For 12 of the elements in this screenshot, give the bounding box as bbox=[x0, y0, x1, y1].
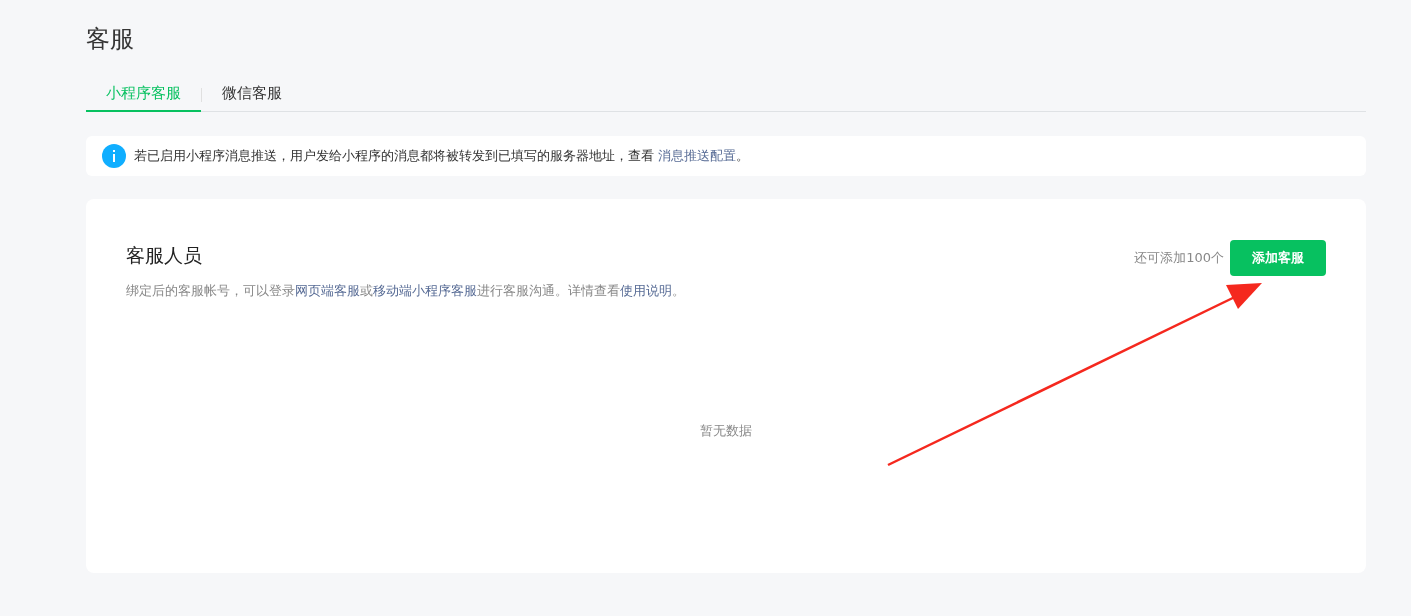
description-text: 绑定后的客服帐号，可以登录网页端客服或移动端小程序客服进行客服沟通。详情查看使用说明。 bbox=[126, 282, 685, 300]
empty-state-text: 暂无数据 bbox=[699, 422, 753, 440]
link[interactable]: 使用说明 bbox=[620, 283, 672, 298]
info-icon bbox=[102, 144, 126, 168]
tab[interactable]: 微信客服 bbox=[202, 78, 302, 112]
section-title: 客服人员 bbox=[126, 243, 203, 268]
link[interactable]: 网页端客服 bbox=[295, 283, 360, 298]
remaining-count: 还可添加100个 bbox=[1134, 249, 1224, 267]
notice-text: 若已启用小程序消息推送，用户发给小程序的消息都将被转发到已填写的服务器地址，查看 消息推送配置。 bbox=[134, 147, 750, 165]
page-title: 客服 bbox=[86, 24, 135, 55]
link[interactable]: 移动端小程序客服 bbox=[373, 283, 477, 298]
link[interactable]: 消息推送配置 bbox=[658, 148, 737, 163]
